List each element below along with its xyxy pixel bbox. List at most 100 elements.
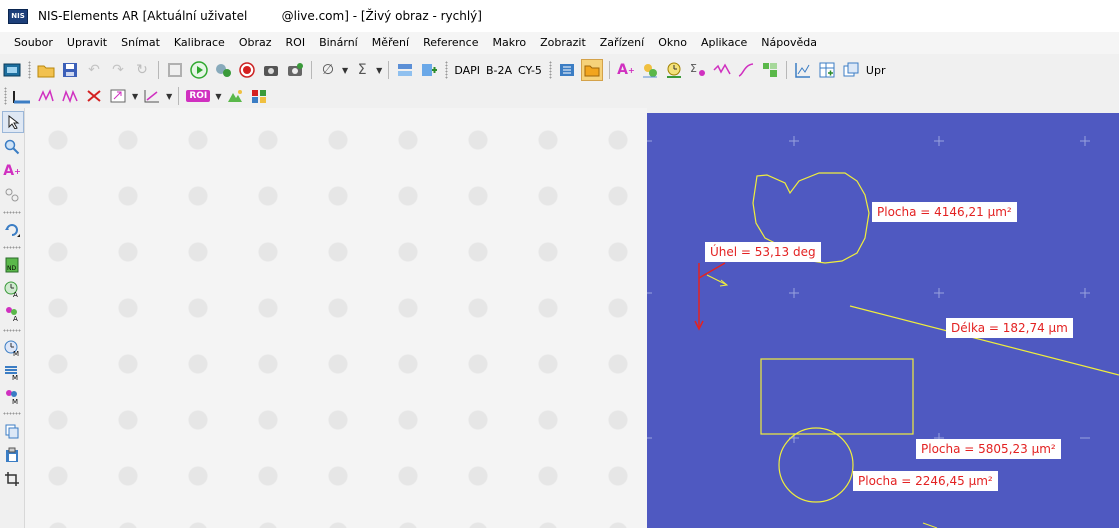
manual-layers-icon[interactable]: M	[2, 362, 22, 382]
line-graph-icon[interactable]	[142, 86, 162, 106]
paste-icon[interactable]	[2, 445, 22, 465]
auto-color-icon[interactable]: A	[2, 303, 22, 323]
channel-add-icon[interactable]	[419, 60, 439, 80]
menu-soubor[interactable]: Soubor	[0, 32, 60, 54]
zoom-icon[interactable]	[2, 137, 22, 157]
menu-kalibrace[interactable]: Kalibrace	[167, 32, 232, 54]
roi-frame-icon[interactable]	[165, 60, 185, 80]
menu-roi[interactable]: ROI	[279, 32, 313, 54]
capture-icon[interactable]	[261, 60, 281, 80]
chevron-down-icon[interactable]: ▼	[376, 66, 382, 75]
menu-binarni[interactable]: Binární	[312, 32, 365, 54]
toolbar-grip[interactable]	[548, 61, 552, 79]
roi-icon[interactable]: ROI	[185, 86, 211, 106]
menu-upravit[interactable]: Upravit	[60, 32, 114, 54]
ruler-icon[interactable]	[12, 86, 32, 106]
toolbar-grip[interactable]	[3, 211, 21, 214]
undo-icon[interactable]: ↶	[84, 60, 104, 80]
chevron-down-icon[interactable]: ▼	[166, 92, 172, 101]
record-icon[interactable]	[237, 60, 257, 80]
toolbar-grip[interactable]	[28, 61, 31, 79]
crop-icon[interactable]	[2, 469, 22, 489]
edit-truncated-button[interactable]: Upr	[866, 64, 886, 77]
menu-aplikace[interactable]: Aplikace	[694, 32, 754, 54]
polyline-icon[interactable]	[36, 86, 56, 106]
area-measurement-label-1[interactable]: Plocha = 4146,21 µm²	[872, 202, 1017, 222]
diameter-icon[interactable]: ∅	[318, 60, 338, 80]
menu-zarizeni[interactable]: Zařízení	[593, 32, 651, 54]
area-measurement-label-2[interactable]: Plocha = 5805,23 µm²	[916, 439, 1061, 459]
select-arrow-icon[interactable]	[2, 111, 24, 133]
menu-bar: Soubor Upravit Snímat Kalibrace Obraz RO…	[0, 32, 1119, 54]
angle-marker	[694, 262, 726, 331]
delete-measure-icon[interactable]	[84, 86, 104, 106]
menu-reference[interactable]: Reference	[416, 32, 485, 54]
menu-snimat[interactable]: Snímat	[114, 32, 167, 54]
toolbar-separator	[311, 61, 312, 79]
angle-measurement-label[interactable]: Úhel = 53,13 deg	[705, 242, 821, 262]
repeat-icon[interactable]: ↻	[132, 60, 152, 80]
toolbar-grip[interactable]	[445, 61, 449, 79]
area-measurement-label-3[interactable]: Plocha = 2246,45 µm²	[853, 471, 998, 491]
add-text-icon[interactable]: A +	[2, 161, 22, 181]
graph-icon[interactable]	[793, 60, 813, 80]
title-bar: NIS NIS-Elements AR [Aktuální uživatel @…	[0, 0, 1119, 32]
curve-measure-icon[interactable]	[736, 60, 756, 80]
open-folder-icon[interactable]	[36, 60, 56, 80]
empty-canvas-area[interactable]	[25, 108, 647, 528]
menu-obraz[interactable]: Obraz	[232, 32, 279, 54]
channel-cy5-button[interactable]: CY-5	[518, 64, 542, 77]
measure-objects-icon[interactable]	[640, 60, 660, 80]
chevron-down-icon[interactable]: ▼	[342, 66, 348, 75]
auto-timelapse-icon[interactable]: A	[2, 279, 22, 299]
svg-text:M: M	[12, 398, 18, 405]
redo-icon[interactable]: ↷	[108, 60, 128, 80]
profile-icon[interactable]	[712, 60, 732, 80]
table-add-icon[interactable]	[817, 60, 837, 80]
left-toolbar: A + ND A A M M M	[0, 108, 25, 528]
auto-detect-icon[interactable]	[225, 86, 245, 106]
menu-zobrazit[interactable]: Zobrazit	[533, 32, 593, 54]
toolbar-grip[interactable]	[3, 412, 21, 415]
menu-napoveda[interactable]: Nápověda	[754, 32, 824, 54]
add-annotation-icon[interactable]: A +	[616, 60, 636, 80]
sum-icon[interactable]: Σ	[352, 60, 372, 80]
live-settings-icon[interactable]	[213, 60, 233, 80]
rectangle-roi	[760, 358, 914, 435]
menu-mereni[interactable]: Měření	[365, 32, 416, 54]
nd-acquisition-icon[interactable]: ND	[2, 255, 22, 275]
auto-measure-icon[interactable]	[108, 86, 128, 106]
chevron-down-icon[interactable]: ▼	[132, 92, 138, 101]
menu-okno[interactable]: Okno	[651, 32, 694, 54]
channel-dapi-button[interactable]: DAPI	[454, 64, 480, 77]
manual-color-icon[interactable]: M	[2, 386, 22, 406]
channel-b2a-button[interactable]: B-2A	[486, 64, 512, 77]
live-camera-icon[interactable]	[2, 60, 22, 80]
sum-stats-icon[interactable]: Σ	[688, 60, 708, 80]
toolbar-grip[interactable]	[4, 87, 7, 105]
play-live-icon[interactable]	[189, 60, 209, 80]
live-image-view[interactable]: Plocha = 4146,21 µm² Úhel = 53,13 deg Dé…	[647, 113, 1119, 528]
app-icon: NIS	[8, 8, 28, 24]
folder-active-icon[interactable]	[580, 59, 603, 81]
grid-markers	[647, 136, 1090, 443]
time-measure-icon[interactable]	[664, 60, 684, 80]
chevron-down-icon[interactable]: ▼	[215, 92, 221, 101]
wave-profile-icon[interactable]	[60, 86, 80, 106]
binary-layers-icon[interactable]	[249, 86, 269, 106]
capture-settings-icon[interactable]	[285, 60, 305, 80]
windows-icon[interactable]	[841, 60, 861, 80]
toolbar-grip[interactable]	[3, 246, 21, 249]
manual-timelapse-icon[interactable]: M	[2, 338, 22, 358]
object-select-icon[interactable]	[2, 185, 22, 205]
length-measurement-label[interactable]: Délka = 182,74 µm	[946, 318, 1073, 338]
toolbar-grip[interactable]	[3, 329, 21, 332]
save-icon[interactable]	[60, 60, 80, 80]
microscope-settings-icon[interactable]	[557, 60, 577, 80]
copy-icon[interactable]	[2, 421, 22, 441]
menu-makro[interactable]: Makro	[485, 32, 533, 54]
svg-text:A: A	[13, 291, 18, 298]
optical-config-icon[interactable]	[395, 60, 415, 80]
object-count-icon[interactable]	[760, 60, 780, 80]
rotate-view-icon[interactable]	[2, 220, 22, 240]
